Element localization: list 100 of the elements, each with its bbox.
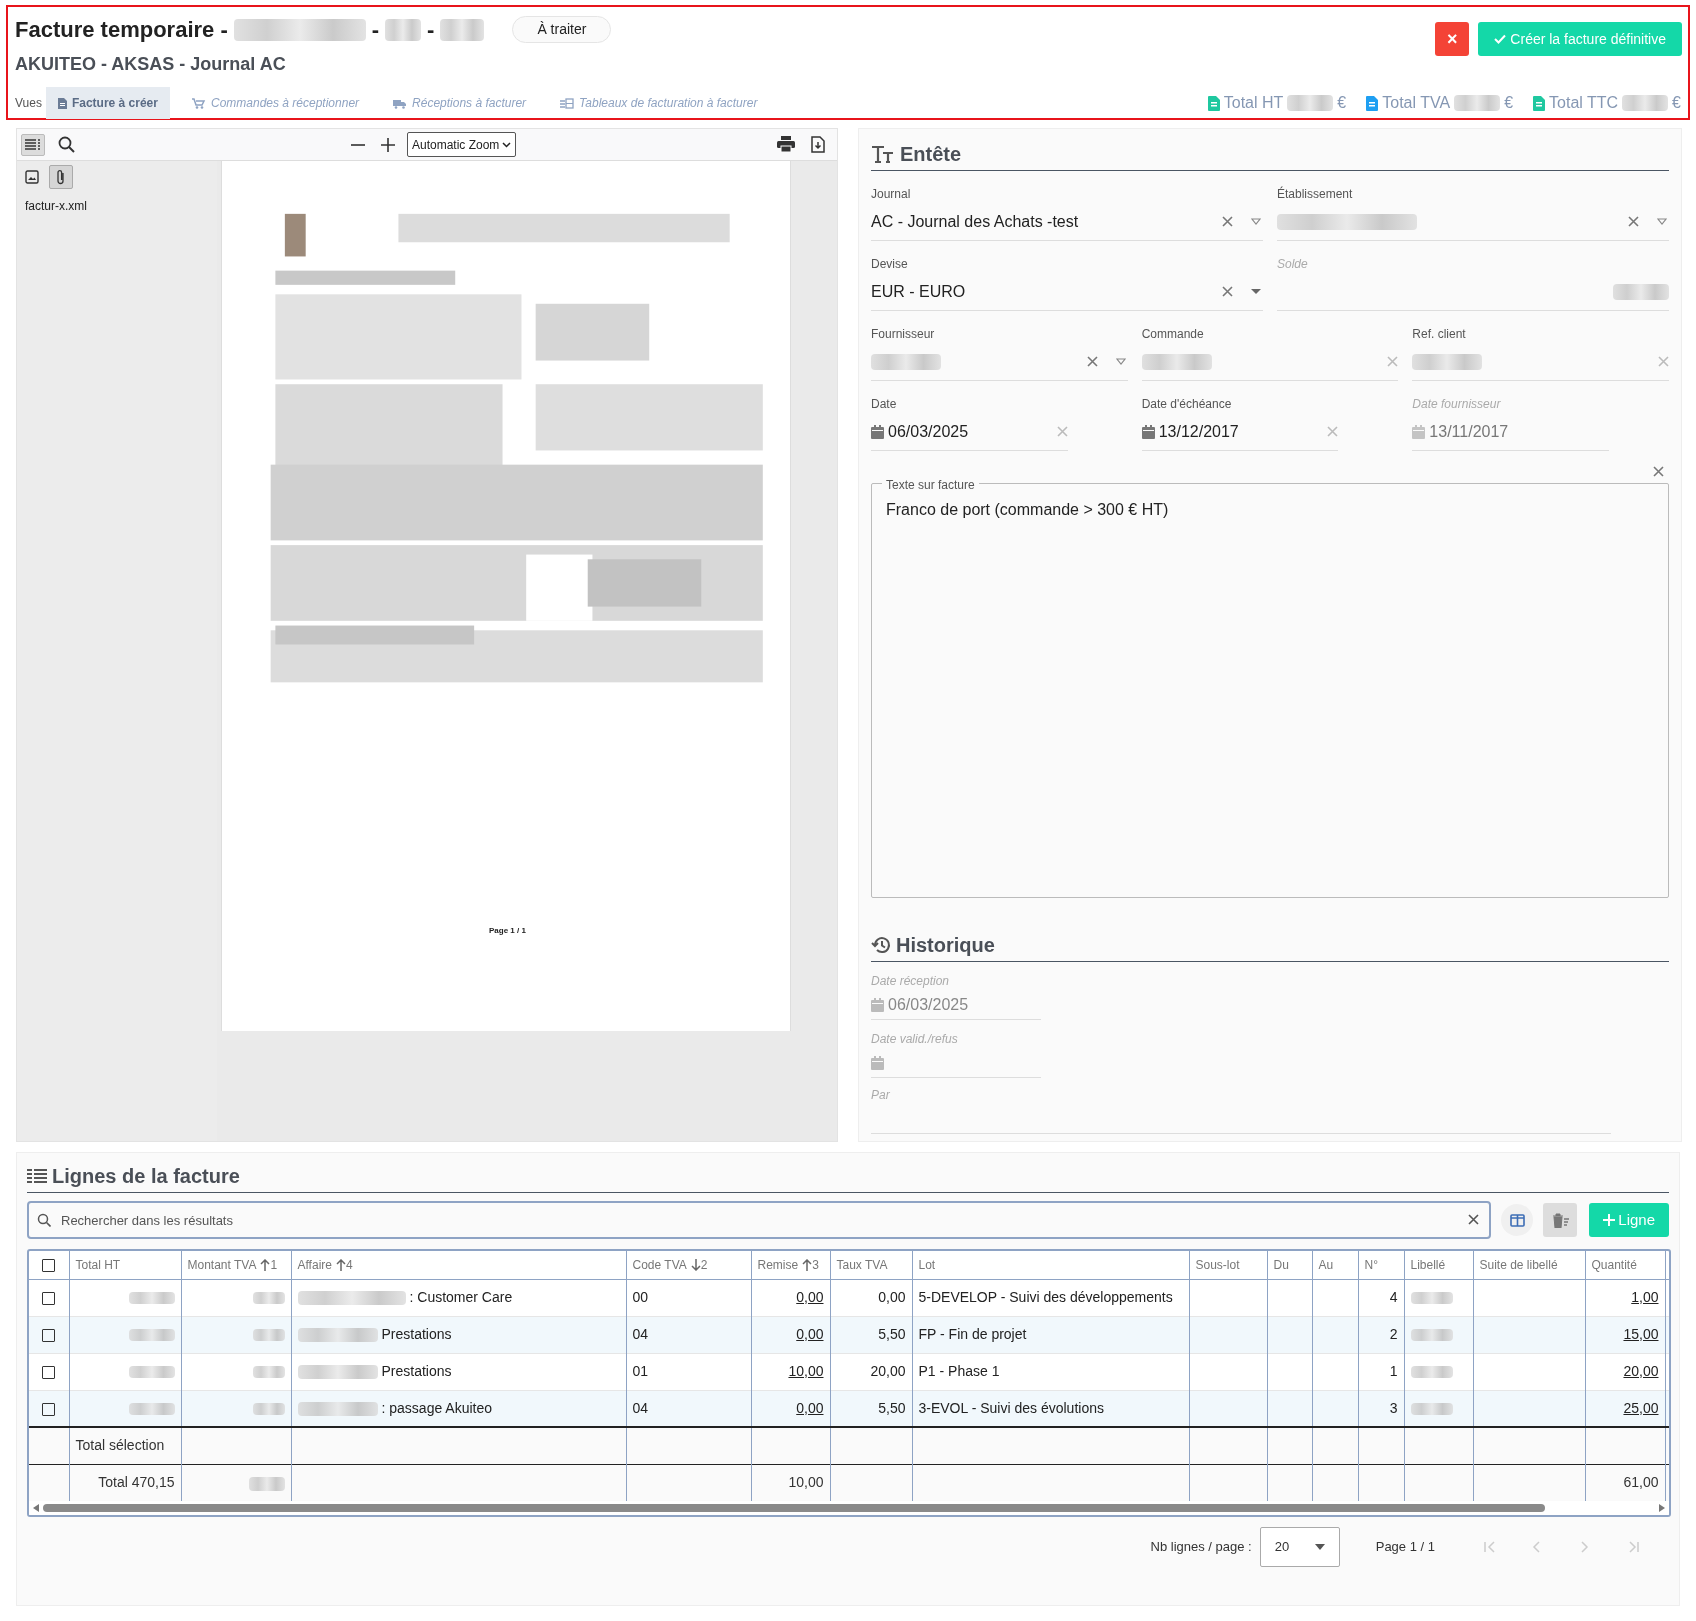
clear-icon bbox=[1056, 426, 1068, 437]
calendar-icon bbox=[871, 997, 884, 1012]
total-value: Total 470,15 bbox=[98, 1474, 175, 1491]
column-header[interactable]: Affaire 4 bbox=[291, 1251, 626, 1279]
clear-icon bbox=[1222, 286, 1233, 297]
attachments-button[interactable] bbox=[49, 165, 73, 189]
row-checkbox[interactable] bbox=[42, 1402, 56, 1416]
column-header[interactable]: Taux TVA bbox=[830, 1251, 912, 1279]
field-label: Ref. client bbox=[1412, 326, 1467, 343]
sidebar-toggle-button[interactable] bbox=[21, 133, 45, 156]
column-header[interactable]: Lot bbox=[912, 1251, 1189, 1279]
chevron-icon bbox=[1626, 1540, 1640, 1554]
value-link[interactable]: 1,00 bbox=[1631, 1289, 1659, 1305]
view-tab[interactable]: Réceptions à facturer bbox=[381, 87, 539, 119]
view-tab[interactable]: Commandes à réceptionner bbox=[179, 87, 372, 119]
clear-icon bbox=[1387, 356, 1399, 367]
scrollbar-thumb[interactable] bbox=[43, 1504, 1545, 1512]
calendar-icon bbox=[1141, 424, 1155, 439]
select-field[interactable]: AC - Journal des Achats -test bbox=[871, 203, 1263, 241]
table-cell: FP - Fin de projet bbox=[918, 1326, 1027, 1342]
date-field[interactable]: 06/03/2025 bbox=[871, 413, 1068, 451]
table-icon bbox=[560, 97, 575, 109]
scroll-left-icon[interactable] bbox=[33, 1504, 39, 1512]
plus-icon bbox=[1603, 1214, 1616, 1226]
field-label: Date réception bbox=[871, 973, 951, 990]
redacted-text bbox=[1287, 95, 1334, 111]
column-header[interactable]: Au bbox=[1312, 1251, 1358, 1279]
check-icon bbox=[1494, 34, 1507, 44]
truck-icon bbox=[393, 97, 408, 109]
column-header[interactable]: Libellé bbox=[1404, 1251, 1473, 1279]
total-label: Total HT bbox=[1223, 93, 1284, 113]
redacted-text bbox=[440, 18, 485, 41]
table-cell: : passage Akuiteo bbox=[381, 1399, 493, 1416]
table-cell: 04 bbox=[632, 1399, 649, 1416]
field-label: Par bbox=[871, 1087, 891, 1104]
table-cell: 01 bbox=[632, 1363, 649, 1379]
clear-icon bbox=[1658, 356, 1669, 367]
field-label: Date valid./refus bbox=[871, 1031, 959, 1048]
column-header[interactable]: Suite de libellé bbox=[1473, 1251, 1585, 1279]
row-checkbox[interactable] bbox=[42, 1328, 56, 1342]
value-link[interactable]: 15,00 bbox=[1623, 1326, 1659, 1342]
caret-icon bbox=[1251, 218, 1261, 225]
view-tab[interactable]: Facture à créer bbox=[45, 87, 170, 119]
total-value: 10,00 bbox=[788, 1474, 824, 1491]
scroll-right-icon[interactable] bbox=[1659, 1504, 1665, 1512]
sidebar-icon bbox=[25, 138, 41, 151]
redacted-text bbox=[252, 1366, 285, 1379]
field-label: Date d'échéance bbox=[1141, 396, 1233, 413]
columns-button[interactable] bbox=[1501, 1204, 1534, 1236]
text-format-icon bbox=[871, 145, 895, 163]
search-field[interactable]: Rechercher dans les résultats bbox=[27, 1201, 1492, 1239]
value-link[interactable]: 0,00 bbox=[796, 1326, 824, 1342]
value-link[interactable]: 0,00 bbox=[796, 1399, 824, 1416]
currency-symbol: € bbox=[1504, 93, 1514, 113]
cancel-button[interactable]: × bbox=[1435, 22, 1470, 56]
value-link[interactable]: 20,00 bbox=[1623, 1363, 1659, 1379]
column-header[interactable]: Du bbox=[1267, 1251, 1312, 1279]
clear-icon bbox=[1468, 1214, 1480, 1225]
select-field[interactable]: EUR - EURO bbox=[871, 273, 1263, 311]
column-header[interactable]: Code TVA 2 bbox=[626, 1251, 751, 1279]
minus-icon bbox=[351, 143, 365, 146]
select-all-checkbox[interactable] bbox=[42, 1259, 56, 1273]
history-icon bbox=[871, 936, 891, 954]
column-header[interactable]: Sous-lot bbox=[1189, 1251, 1267, 1279]
date-field[interactable]: 13/12/2017 bbox=[1141, 413, 1339, 451]
status-badge: À traiter bbox=[512, 16, 612, 43]
field-label: Solde bbox=[1277, 256, 1309, 273]
value-link[interactable]: 10,00 bbox=[788, 1363, 824, 1379]
attachment-item[interactable]: factur-x.xml bbox=[25, 197, 87, 215]
clear-filters-button[interactable] bbox=[1543, 1203, 1578, 1237]
page-size-select[interactable]: 20 bbox=[1259, 1527, 1340, 1567]
total-value: 61,00 bbox=[1623, 1474, 1659, 1491]
column-header[interactable]: Total HT bbox=[69, 1251, 181, 1279]
redacted-text bbox=[252, 1329, 285, 1342]
calendar-icon bbox=[871, 1055, 884, 1070]
row-checkbox[interactable] bbox=[42, 1365, 56, 1379]
value-link[interactable]: 0,00 bbox=[796, 1289, 824, 1305]
column-header[interactable]: Quantité bbox=[1585, 1251, 1665, 1279]
clear-icon bbox=[1628, 216, 1639, 227]
page-info: Page 1 / 1 bbox=[1375, 1538, 1435, 1557]
table-cell: 4 bbox=[1389, 1289, 1398, 1305]
column-header[interactable]: Montant TVA 1 bbox=[181, 1251, 291, 1279]
currency-symbol: € bbox=[1337, 93, 1347, 113]
view-tab[interactable]: Tableaux de facturation à facturer bbox=[548, 87, 770, 119]
row-checkbox[interactable] bbox=[42, 1291, 56, 1305]
value-link[interactable]: 25,00 bbox=[1623, 1399, 1659, 1416]
column-header[interactable]: N° bbox=[1358, 1251, 1404, 1279]
table-cell: 04 bbox=[632, 1326, 649, 1342]
total-label: Total TVA bbox=[1382, 93, 1451, 113]
list-icon bbox=[27, 1168, 47, 1184]
currency-symbol: € bbox=[1672, 93, 1681, 113]
redacted-text bbox=[128, 1329, 175, 1342]
invoice-subtitle: AKUITEO - AKSAS - Journal AC bbox=[15, 53, 287, 76]
calendar-icon bbox=[871, 424, 884, 439]
table-cell: 5-DEVELOP - Suivi des développements bbox=[918, 1289, 1173, 1305]
print-button[interactable] bbox=[775, 133, 797, 155]
table-cell: 20,00 bbox=[870, 1363, 906, 1379]
redacted-text bbox=[128, 1292, 175, 1305]
zoom-select[interactable]: Automatic Zoom bbox=[407, 132, 517, 157]
column-header[interactable]: Remise 3 bbox=[751, 1251, 830, 1279]
